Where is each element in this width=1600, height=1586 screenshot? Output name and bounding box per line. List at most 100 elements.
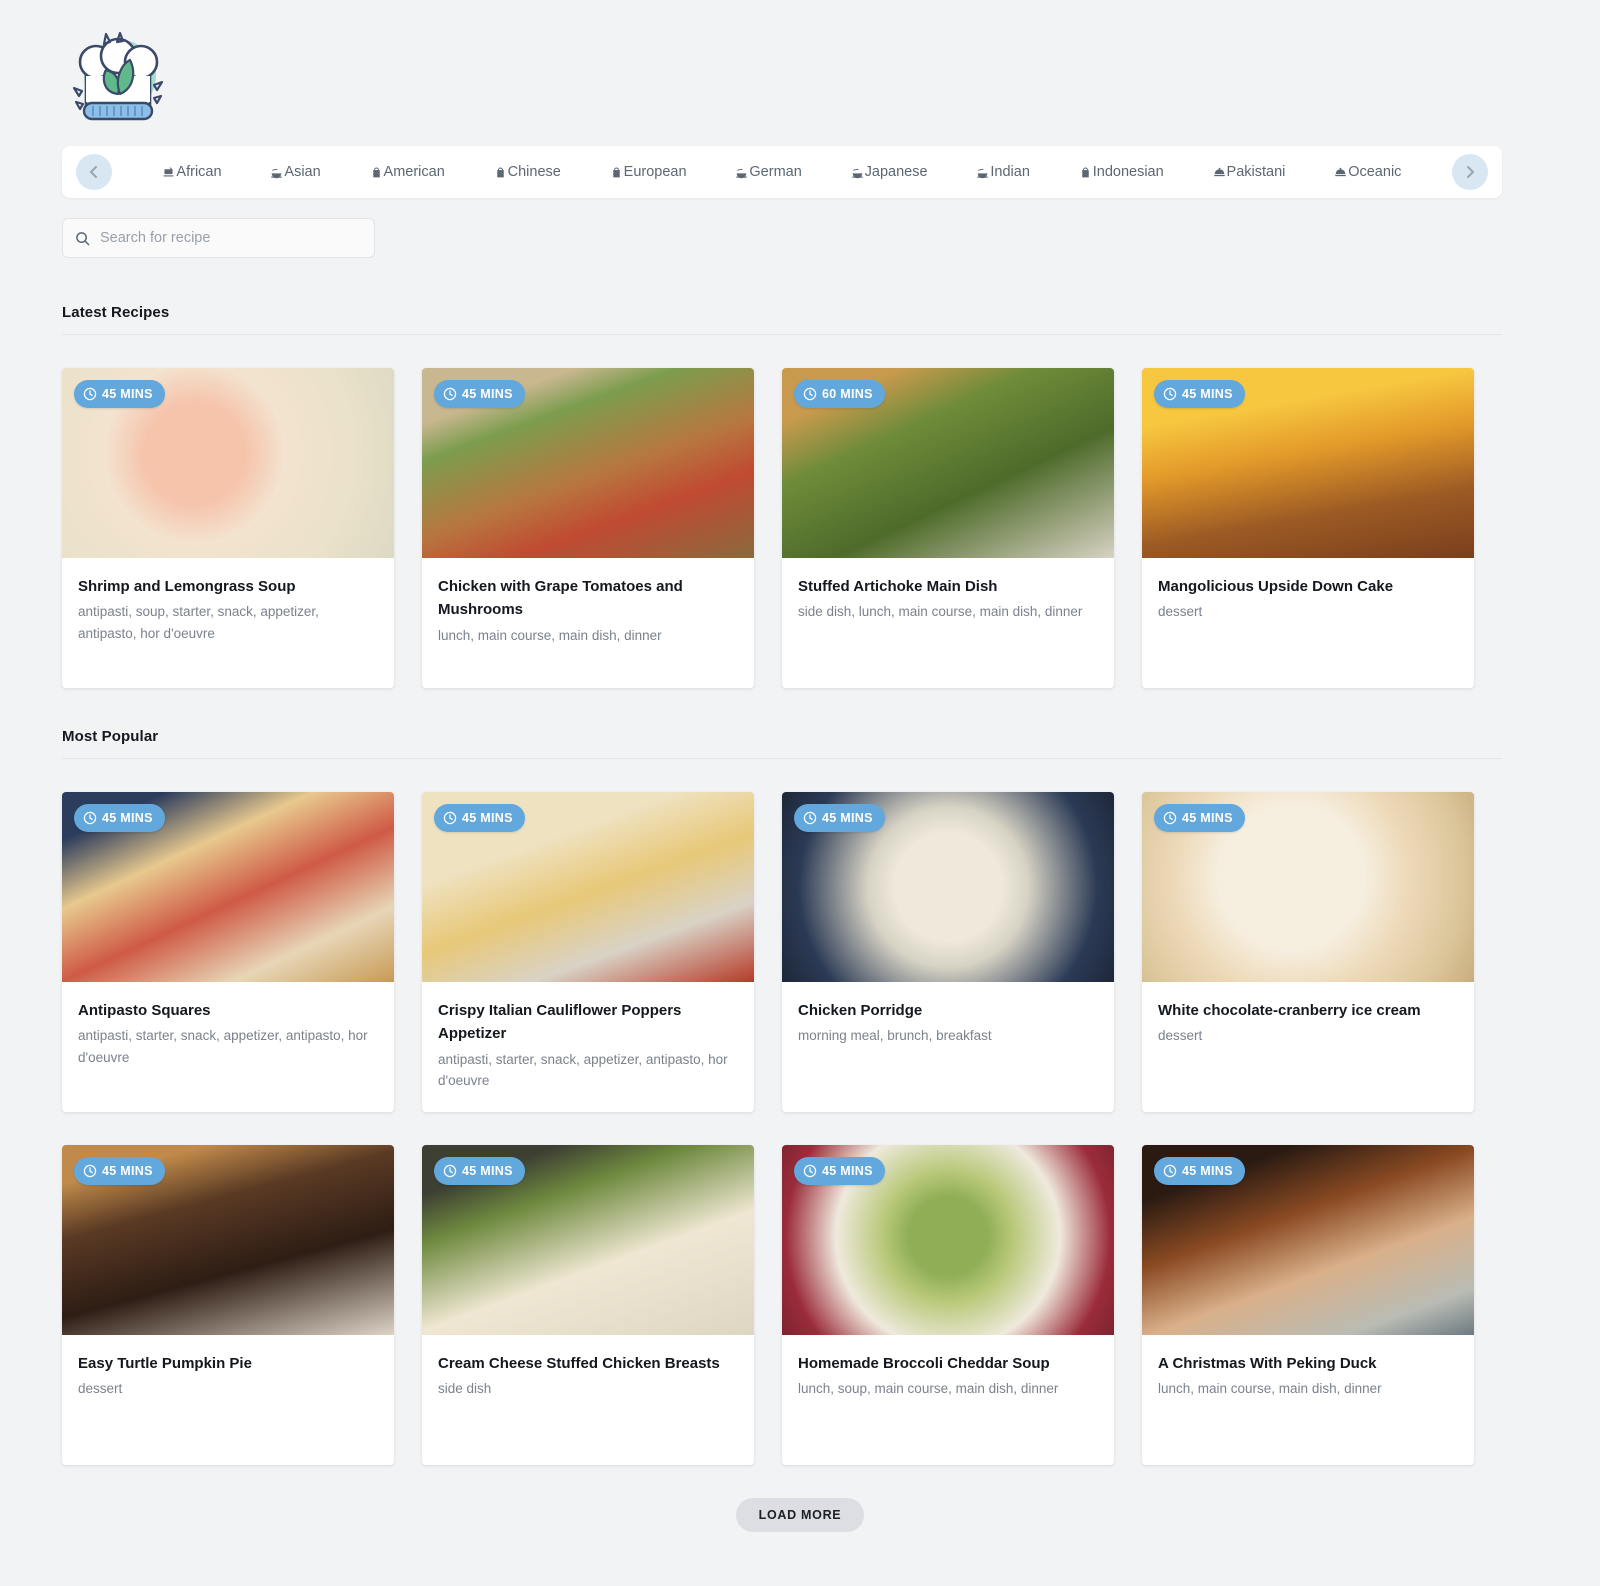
search-input[interactable] xyxy=(100,230,362,246)
recipe-browser-page: African Asian American Chinese European Germa… xyxy=(0,0,1600,1586)
cuisine-item-indian[interactable]: Indian xyxy=(976,164,1030,180)
cook-time-badge: 45 MINS xyxy=(794,804,885,832)
chevron-right-icon xyxy=(1467,166,1474,178)
cuisine-item-american[interactable]: American xyxy=(370,164,445,180)
cuisine-nav: African Asian American Chinese European Germa… xyxy=(62,146,1502,198)
noodle-bowl-icon xyxy=(976,166,989,179)
cuisine-item-label: European xyxy=(623,164,687,180)
clock-icon xyxy=(1163,1164,1177,1178)
recipe-card[interactable]: 45 MINS Cream Cheese Stuffed Chicken Brea… xyxy=(422,1145,754,1465)
clock-icon xyxy=(83,811,97,825)
cuisine-item-african[interactable]: African xyxy=(162,164,222,180)
clock-icon xyxy=(803,811,817,825)
clock-icon xyxy=(1163,811,1177,825)
cuisine-item-european[interactable]: European xyxy=(610,164,687,180)
cuisine-item-indonesian[interactable]: Indonesian xyxy=(1079,164,1164,180)
recipe-card[interactable]: 45 MINS Easy Turtle Pumpkin Pie dessert xyxy=(62,1145,394,1465)
cook-time-label: 45 MINS xyxy=(1182,1164,1233,1178)
recipe-title: Stuffed Artichoke Main Dish xyxy=(798,578,998,595)
recipe-title: Chicken Porridge xyxy=(798,1002,923,1019)
recipe-card[interactable]: 45 MINS Chicken Porridge morning meal, bru… xyxy=(782,792,1114,1112)
cloche-icon xyxy=(1334,166,1347,179)
clock-icon xyxy=(443,387,457,401)
recipe-card-body: A Christmas With Peking Duck lunch, main … xyxy=(1142,1335,1474,1465)
cuisine-item-label: Asian xyxy=(284,164,321,180)
recipe-image: 45 MINS xyxy=(422,1145,754,1335)
recipe-card[interactable]: 45 MINS A Christmas With Peking Duck lunch… xyxy=(1142,1145,1474,1465)
cuisine-item-german[interactable]: German xyxy=(735,164,802,180)
recipe-title: Homemade Broccoli Cheddar Soup xyxy=(798,1355,1050,1372)
recipe-card[interactable]: 60 MINS Stuffed Artichoke Main Dish side d… xyxy=(782,368,1114,688)
load-more-button[interactable]: LOAD MORE xyxy=(735,1498,865,1532)
cook-time-label: 45 MINS xyxy=(102,387,153,401)
noodle-bowl-icon xyxy=(851,166,864,179)
most-popular-grid-row-2: 45 MINS Easy Turtle Pumpkin Pie dessert 45 … xyxy=(62,1145,1504,1465)
recipe-card[interactable]: 45 MINS Shrimp and Lemongrass Soup antipas… xyxy=(62,368,394,688)
cuisine-item-label: American xyxy=(383,164,445,180)
recipe-tags: morning meal, brunch, breakfast xyxy=(798,1028,992,1044)
cook-time-badge: 45 MINS xyxy=(434,380,525,408)
cook-time-label: 45 MINS xyxy=(1182,387,1233,401)
chef-hat-leaf-logo xyxy=(72,31,164,121)
recipe-tags: side dish xyxy=(438,1381,492,1397)
cuisine-prev-button[interactable] xyxy=(76,154,112,190)
clock-icon xyxy=(443,1164,457,1178)
recipe-image: 45 MINS xyxy=(1142,368,1474,558)
cook-time-label: 45 MINS xyxy=(462,387,513,401)
latest-recipes-grid: 45 MINS Shrimp and Lemongrass Soup antipas… xyxy=(62,368,1504,688)
recipe-card[interactable]: 45 MINS White chocolate-cranberry ice cre… xyxy=(1142,792,1474,1112)
recipe-card-body: Crispy Italian Cauliflower Poppers Appet… xyxy=(422,982,754,1112)
cuisine-item-oceanic[interactable]: Oceanic xyxy=(1334,164,1401,180)
recipe-title: White chocolate-cranberry ice cream xyxy=(1158,1002,1421,1019)
cook-time-badge: 60 MINS xyxy=(794,380,885,408)
recipe-image: 45 MINS xyxy=(422,368,754,558)
cuisine-item-label: German xyxy=(749,164,802,180)
section-divider xyxy=(62,334,1502,335)
clock-icon xyxy=(83,1164,97,1178)
recipe-title: A Christmas With Peking Duck xyxy=(1158,1355,1377,1372)
cook-time-label: 45 MINS xyxy=(462,811,513,825)
recipe-title: Antipasto Squares xyxy=(78,1002,211,1019)
cook-time-label: 60 MINS xyxy=(822,387,873,401)
recipe-card-body: Cream Cheese Stuffed Chicken Breasts side… xyxy=(422,1335,754,1465)
cook-time-label: 45 MINS xyxy=(822,1164,873,1178)
search-bar[interactable] xyxy=(62,218,375,258)
recipe-title: Crispy Italian Cauliflower Poppers Appet… xyxy=(438,1002,682,1043)
recipe-title: Mangolicious Upside Down Cake xyxy=(1158,578,1394,595)
cuisine-item-chinese[interactable]: Chinese xyxy=(494,164,561,180)
recipe-tags: lunch, main course, main dish, dinner xyxy=(438,627,662,643)
cuisine-item-label: Japanese xyxy=(864,164,928,180)
recipe-card-body: Shrimp and Lemongrass Soup antipasti, sou… xyxy=(62,558,394,688)
mortar-pestle-icon xyxy=(162,166,175,179)
recipe-image: 45 MINS xyxy=(782,1145,1114,1335)
cook-time-badge: 45 MINS xyxy=(434,1157,525,1185)
recipe-card[interactable]: 45 MINS Chicken with Grape Tomatoes and M… xyxy=(422,368,754,688)
clock-icon xyxy=(443,811,457,825)
recipe-tags: antipasti, soup, starter, snack, appetiz… xyxy=(78,604,319,641)
noodle-bowl-icon xyxy=(270,166,283,179)
cuisine-item-japanese[interactable]: Japanese xyxy=(851,164,928,180)
section-title: Most Popular xyxy=(62,728,159,745)
cook-time-badge: 45 MINS xyxy=(74,1157,165,1185)
clock-icon xyxy=(803,1164,817,1178)
recipe-tags: dessert xyxy=(78,1381,123,1397)
section-title: Latest Recipes xyxy=(62,304,170,321)
cuisine-item-asian[interactable]: Asian xyxy=(270,164,321,180)
recipe-card[interactable]: 45 MINS Antipasto Squares antipasti, start… xyxy=(62,792,394,1112)
recipe-tags: lunch, main course, main dish, dinner xyxy=(1158,1381,1382,1397)
cuisine-next-button[interactable] xyxy=(1452,154,1488,190)
recipe-tags: dessert xyxy=(1158,1028,1203,1044)
takeout-bag-icon xyxy=(494,166,507,179)
recipe-card[interactable]: 45 MINS Homemade Broccoli Cheddar Soup lun… xyxy=(782,1145,1114,1465)
takeout-bag-icon xyxy=(1079,166,1092,179)
takeout-bag-icon xyxy=(370,166,383,179)
recipe-card-body: Mangolicious Upside Down Cake dessert xyxy=(1142,558,1474,688)
section-divider xyxy=(62,758,1502,759)
recipe-card-body: Chicken Porridge morning meal, brunch, br… xyxy=(782,982,1114,1112)
recipe-tags: antipasti, starter, snack, appetizer, an… xyxy=(438,1051,728,1089)
recipe-card[interactable]: 45 MINS Mangolicious Upside Down Cake dess… xyxy=(1142,368,1474,688)
app-logo[interactable] xyxy=(62,18,174,130)
recipe-image: 45 MINS xyxy=(62,792,394,982)
recipe-card[interactable]: 45 MINS Crispy Italian Cauliflower Popper… xyxy=(422,792,754,1112)
cuisine-item-pakistani[interactable]: Pakistani xyxy=(1213,164,1285,180)
